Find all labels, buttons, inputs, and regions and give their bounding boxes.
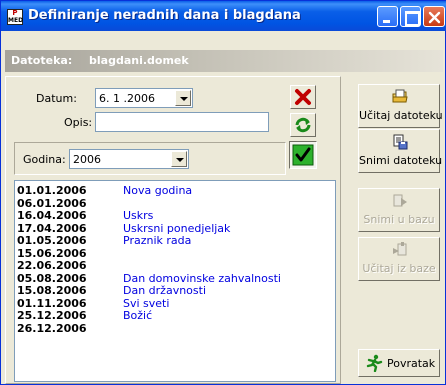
load-from-db-label: Učitaj iz baze (362, 262, 436, 275)
list-item[interactable]: 01.05.2006 Praznik rada (15, 234, 335, 247)
list-item[interactable]: 25.12.2006 Božić (15, 309, 335, 322)
holiday-date: 22.06.2006 (17, 259, 87, 272)
date-value: 6. 1 .2006 (99, 92, 155, 105)
year-value: 2006 (73, 153, 101, 166)
close-button[interactable] (423, 6, 445, 27)
holiday-date: 01.05.2006 (17, 234, 87, 247)
refresh-button[interactable] (290, 113, 316, 137)
description-input[interactable] (95, 112, 269, 132)
holiday-date: 16.04.2006 (17, 209, 87, 222)
list-item[interactable]: 05.08.2006 Dan domovinske zahvalnosti (15, 272, 335, 285)
holiday-name: Nova godina (123, 184, 193, 197)
holiday-date: 15.08.2006 (17, 284, 87, 297)
minimize-button[interactable] (377, 6, 398, 27)
save-file-button[interactable]: Snimi datoteku (358, 129, 443, 173)
holiday-name: Uskrs (123, 209, 154, 222)
holiday-date: 17.04.2006 (17, 221, 87, 235)
back-label: Povratak (387, 357, 436, 370)
maximize-button[interactable] (400, 6, 421, 27)
holiday-name: Božić (123, 309, 153, 322)
title-bar[interactable]: P MED Definiranje neradnih dana i blagda… (1, 1, 446, 31)
window-title: Definiranje neradnih dana i blagdana (28, 8, 301, 23)
close-icon (428, 11, 441, 24)
chevron-down-icon[interactable] (171, 151, 187, 167)
list-item[interactable]: 15.06.2006 (15, 247, 335, 260)
holiday-name: Praznik rada (123, 234, 192, 247)
save-to-db-label: Snimi u bazu (363, 213, 435, 226)
save-file-label: Snimi datoteku (359, 154, 443, 167)
delete-icon (295, 89, 311, 105)
holiday-date: 01.01.2006 (17, 184, 87, 197)
save-to-db-button[interactable]: Snimi u bazu (358, 188, 440, 232)
save-to-database-icon (393, 194, 407, 207)
holiday-date: 01.11.2006 (17, 296, 87, 310)
load-file-button[interactable]: Učitaj datoteku (358, 84, 443, 128)
list-item[interactable]: 15.08.2006 Dan državnosti (15, 284, 335, 297)
list-item[interactable]: 01.01.2006 Nova godina (15, 184, 335, 197)
load-file-label: Učitaj datoteku (359, 109, 443, 122)
file-label: Datoteka: (11, 54, 73, 67)
list-item[interactable]: 01.11.2006 Svi sveti (15, 297, 335, 310)
holiday-date: 25.12.2006 (17, 309, 87, 322)
holiday-date: 05.08.2006 (17, 271, 87, 285)
chevron-down-icon[interactable] (175, 90, 191, 106)
load-from-database-icon (393, 242, 407, 256)
edit-panel: Datum: 6. 1 .2006 Opis: Godina: 2006 01.… (5, 76, 341, 384)
holiday-name: Dan domovinske zahvalnosti (123, 271, 281, 285)
holiday-list[interactable]: 01.01.2006 Nova godina 06.01.2006 16.04.200… (14, 180, 336, 382)
app-icon: P MED (7, 9, 24, 25)
checkmark-icon (292, 144, 314, 166)
confirm-button[interactable] (289, 141, 317, 169)
load-from-db-button[interactable]: Učitaj iz baze (358, 237, 440, 281)
holiday-date: 26.12.2006 (17, 321, 87, 335)
list-item[interactable]: 06.01.2006 (15, 197, 335, 210)
file-name: blagdani.domek (89, 54, 189, 67)
list-item[interactable]: 26.12.2006 (15, 322, 335, 335)
holiday-name: Uskrsni ponedjeljak (123, 221, 231, 235)
list-item[interactable]: 16.04.2006 Uskrs (15, 209, 335, 222)
save-document-icon (393, 134, 408, 150)
refresh-icon (295, 117, 311, 133)
delete-button[interactable] (290, 85, 316, 109)
date-label: Datum: (36, 92, 77, 105)
holiday-name: Svi sveti (123, 296, 170, 310)
main-window: P MED Definiranje neradnih dana i blagda… (0, 0, 446, 385)
description-label: Opis: (64, 116, 93, 129)
date-picker[interactable]: 6. 1 .2006 (95, 88, 193, 108)
holiday-date: 15.06.2006 (17, 246, 87, 260)
holiday-date: 06.01.2006 (17, 196, 87, 210)
file-bar: Datoteka: blagdani.domek (5, 50, 443, 72)
running-man-icon (366, 354, 383, 372)
back-button[interactable]: Povratak (358, 349, 440, 377)
holiday-name: Dan državnosti (123, 284, 207, 297)
list-item[interactable]: 17.04.2006 Uskrsni ponedjeljak (15, 222, 335, 235)
year-select[interactable]: 2006 (69, 149, 189, 169)
list-item[interactable]: 22.06.2006 (15, 259, 335, 272)
open-folder-icon (392, 89, 408, 103)
year-label: Godina: (23, 153, 66, 166)
